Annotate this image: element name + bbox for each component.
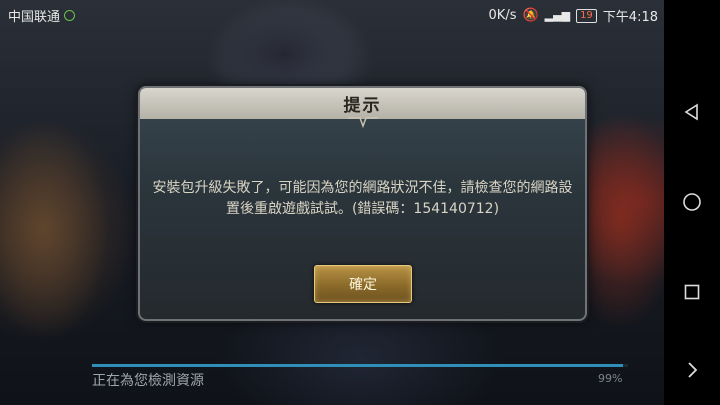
dialog-header: 提示 bbox=[140, 88, 585, 119]
status-right: 0K/s 🔕 ▂▄▆ 19 下午4:18 bbox=[489, 6, 658, 25]
expand-chevron-icon[interactable] bbox=[677, 355, 707, 385]
signal-icon: ▂▄▆ bbox=[544, 9, 571, 22]
dialog-title: 提示 bbox=[343, 96, 382, 116]
status-bar: 中国联通 0K/s 🔕 ▂▄▆ 19 下午4:18 bbox=[0, 0, 720, 28]
dialog-message: 安裝包升級失敗了，可能因為您的網路狀況不佳，請檢查您的網路設置後重啟遊戲試試。(… bbox=[152, 180, 573, 217]
network-speed: 0K/s bbox=[488, 8, 517, 23]
status-left: 中国联通 bbox=[8, 6, 76, 25]
clock: 下午4:18 bbox=[602, 10, 658, 25]
progress-bar bbox=[92, 364, 628, 367]
error-dialog: 提示 安裝包升級失敗了，可能因為您的網路狀況不佳，請檢查您的網路設置後重啟遊戲試… bbox=[138, 86, 587, 321]
sim-icon bbox=[64, 10, 76, 21]
home-circle-icon[interactable] bbox=[677, 187, 707, 217]
loading-status: 正在為您檢測資源 bbox=[92, 373, 204, 389]
carrier-label: 中国联通 bbox=[8, 10, 61, 25]
battery-indicator: 19 bbox=[576, 8, 597, 23]
recents-square-icon[interactable] bbox=[677, 277, 707, 307]
mute-icon: 🔕 bbox=[522, 8, 539, 23]
progress-fill bbox=[92, 364, 623, 367]
back-triangle-icon[interactable] bbox=[677, 97, 707, 127]
loading-percent: 99% bbox=[598, 372, 623, 385]
ornament-icon bbox=[347, 117, 378, 128]
background-figure-left bbox=[0, 120, 110, 340]
confirm-button[interactable]: 確定 bbox=[314, 265, 412, 303]
navigation-bar bbox=[664, 0, 720, 405]
